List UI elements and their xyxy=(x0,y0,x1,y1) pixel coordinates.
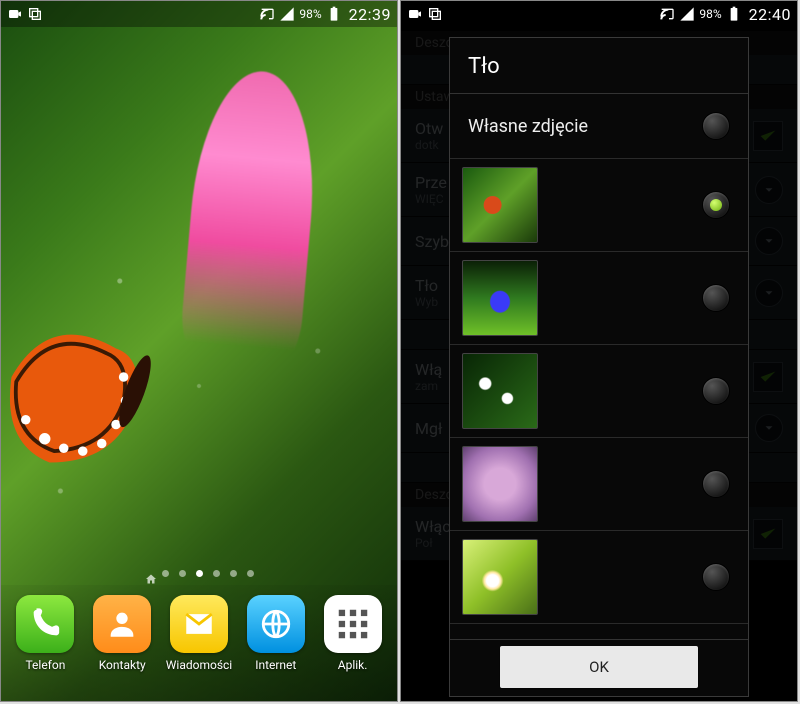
signal-icon xyxy=(679,6,695,22)
radio-icon[interactable] xyxy=(702,377,730,405)
page-dot-active[interactable] xyxy=(196,570,203,577)
battery-icon xyxy=(726,6,742,22)
app-label: Telefon xyxy=(25,658,65,672)
screenshot-icon xyxy=(27,6,43,22)
apps-grid-icon xyxy=(324,595,382,653)
app-label: Aplik. xyxy=(338,658,368,672)
thumbnail-plumeria xyxy=(462,539,538,615)
radio-icon-selected[interactable] xyxy=(702,191,730,219)
dialog-footer: OK xyxy=(450,639,748,696)
page-dot[interactable] xyxy=(247,570,254,577)
phone-settings-screen: 98% 22:40 Deszcz Ustawi Otwdotk PrzeWIĘC… xyxy=(400,0,798,702)
page-dot[interactable] xyxy=(179,570,186,577)
dock-app-messages[interactable]: Wiadomości xyxy=(164,595,234,672)
messages-icon xyxy=(170,595,228,653)
battery-percent: 98% xyxy=(299,7,321,21)
battery-icon xyxy=(326,6,342,22)
app-label: Wiadomości xyxy=(166,658,232,672)
battery-percent: 98% xyxy=(699,7,721,21)
app-label: Internet xyxy=(255,658,296,672)
radio-icon[interactable] xyxy=(702,563,730,591)
option-image-3[interactable] xyxy=(450,345,748,438)
status-bar: 98% 22:40 xyxy=(401,1,797,27)
dock-app-drawer[interactable]: Aplik. xyxy=(318,595,388,672)
page-indicator[interactable] xyxy=(1,570,397,577)
camera-icon xyxy=(407,6,423,22)
phone-home-screen: 98% 22:39 Telefon Kontakty Wiadomości In… xyxy=(0,0,398,702)
home-page-dot[interactable] xyxy=(145,570,152,577)
option-image-1[interactable] xyxy=(450,159,748,252)
clock: 22:40 xyxy=(749,5,791,24)
app-label: Kontakty xyxy=(99,658,146,672)
cast-icon xyxy=(659,6,675,22)
clock: 22:39 xyxy=(349,5,391,24)
radio-icon[interactable] xyxy=(702,112,730,140)
option-image-4[interactable] xyxy=(450,438,748,531)
options-list[interactable]: Własne zdjęcie xyxy=(450,94,748,639)
radio-icon[interactable] xyxy=(702,284,730,312)
page-dot[interactable] xyxy=(230,570,237,577)
thumbnail-blossom xyxy=(462,353,538,429)
thumbnail-crocus xyxy=(462,260,538,336)
phone-icon xyxy=(16,595,74,653)
dock-app-internet[interactable]: Internet xyxy=(241,595,311,672)
wallpaper-butterfly xyxy=(0,301,241,491)
background-picker-dialog: Tło Własne zdjęcie xyxy=(449,37,749,697)
page-dot[interactable] xyxy=(162,570,169,577)
thumbnail-butterfly xyxy=(462,167,538,243)
cast-icon xyxy=(259,6,275,22)
dock: Telefon Kontakty Wiadomości Internet Apl… xyxy=(1,585,397,701)
dock-app-contacts[interactable]: Kontakty xyxy=(87,595,157,672)
signal-icon xyxy=(279,6,295,22)
option-custom-photo[interactable]: Własne zdjęcie xyxy=(450,94,748,159)
status-bar: 98% 22:39 xyxy=(1,1,397,27)
radio-icon[interactable] xyxy=(702,470,730,498)
globe-icon xyxy=(247,595,305,653)
dock-app-phone[interactable]: Telefon xyxy=(10,595,80,672)
thumbnail-lilac xyxy=(462,446,538,522)
dialog-title: Tło xyxy=(450,38,748,94)
dialog-overlay[interactable]: Tło Własne zdjęcie xyxy=(401,27,797,701)
ok-button[interactable]: OK xyxy=(500,646,698,688)
camera-icon xyxy=(7,6,23,22)
page-dot[interactable] xyxy=(213,570,220,577)
screenshot-icon xyxy=(427,6,443,22)
option-image-5[interactable] xyxy=(450,531,748,624)
contacts-icon xyxy=(93,595,151,653)
option-label: Własne zdjęcie xyxy=(468,116,588,137)
option-image-2[interactable] xyxy=(450,252,748,345)
